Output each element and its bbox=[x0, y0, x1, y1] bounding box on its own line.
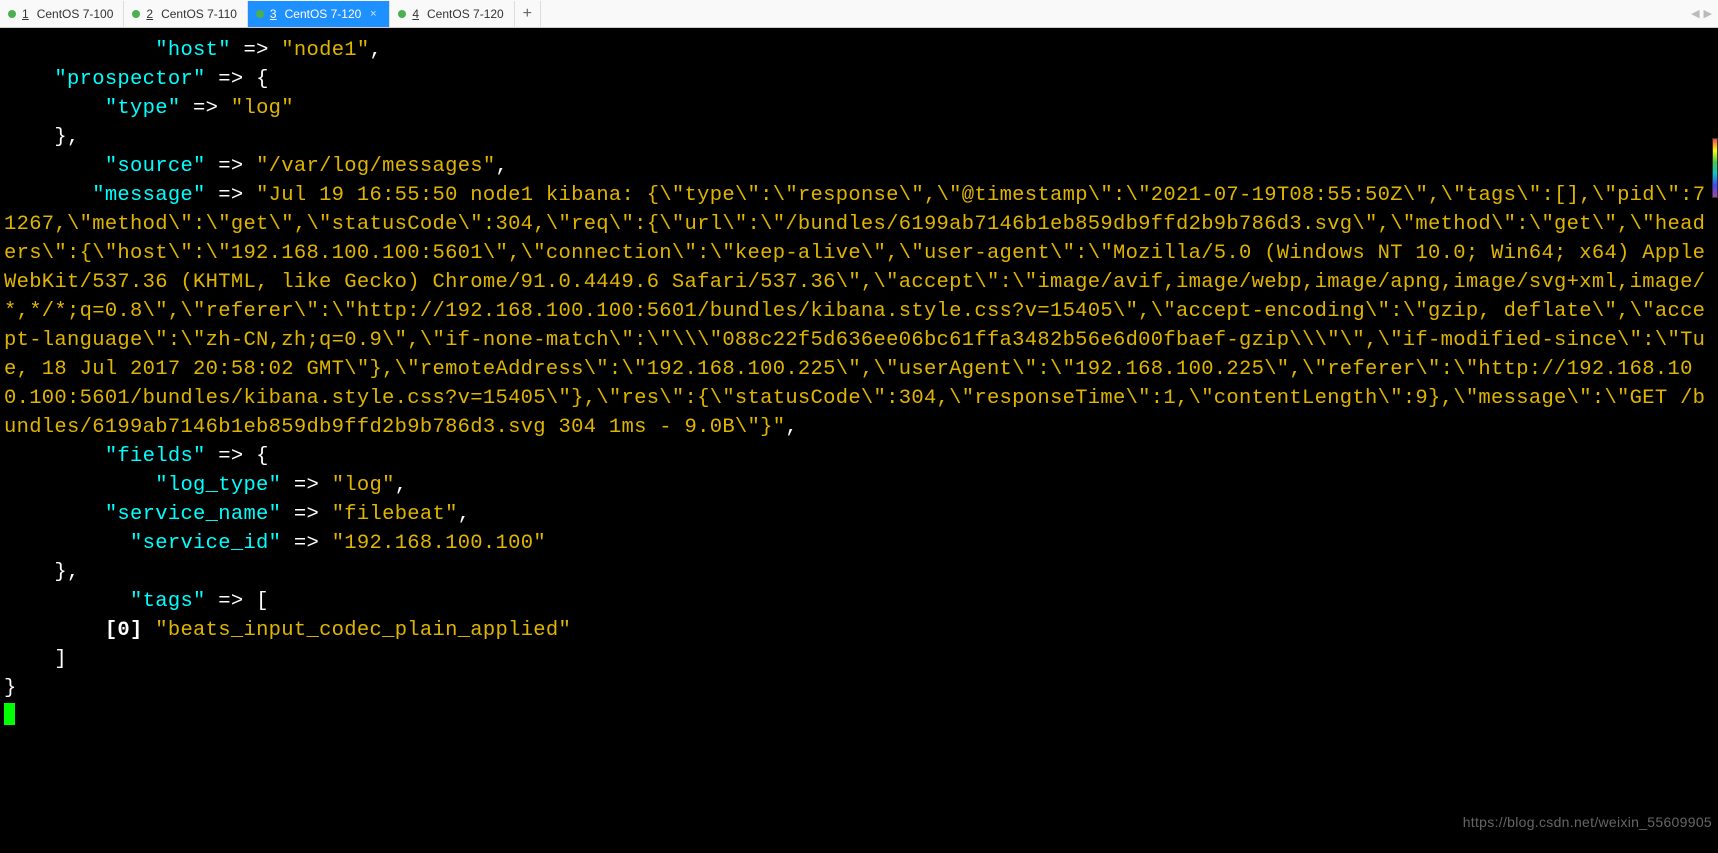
nav-left-icon[interactable]: ◀ bbox=[1691, 7, 1699, 20]
tab-3[interactable]: 3 CentOS 7-120 × bbox=[248, 1, 390, 27]
status-dot-icon bbox=[8, 10, 16, 18]
val-tag0: "beats_input_codec_plain_applied" bbox=[155, 619, 571, 642]
color-indicator-icon bbox=[1712, 138, 1718, 198]
tab-number: 3 bbox=[270, 7, 277, 21]
key-message: "message" bbox=[92, 184, 205, 207]
key-prospector: "prospector" bbox=[54, 68, 205, 91]
status-dot-icon bbox=[132, 10, 140, 18]
tab-label: CentOS 7-120 bbox=[285, 7, 362, 21]
tab-bar: 1 CentOS 7-100 2 CentOS 7-110 3 CentOS 7… bbox=[0, 0, 1718, 28]
array-index: [0] bbox=[105, 619, 155, 642]
close-icon[interactable]: × bbox=[367, 8, 379, 20]
cursor-icon bbox=[4, 703, 15, 725]
tab-number: 2 bbox=[146, 7, 153, 21]
val-service-name: "filebeat" bbox=[332, 503, 458, 526]
val-message: "Jul 19 16:55:50 node1 kibana: {\"type\"… bbox=[4, 184, 1705, 439]
add-tab-button[interactable]: + bbox=[515, 1, 541, 27]
key-host: "host" bbox=[155, 39, 231, 62]
key-service-id: "service_id" bbox=[130, 532, 281, 555]
val-host: "node1" bbox=[281, 39, 369, 62]
val-log-type: "log" bbox=[332, 474, 395, 497]
key-service-name: "service_name" bbox=[105, 503, 281, 526]
tab-4[interactable]: 4 CentOS 7-120 bbox=[390, 1, 514, 27]
key-fields: "fields" bbox=[105, 445, 206, 468]
key-type: "type" bbox=[105, 97, 181, 120]
tab-label: CentOS 7-100 bbox=[37, 7, 114, 21]
key-log-type: "log_type" bbox=[155, 474, 281, 497]
tab-number: 4 bbox=[412, 7, 419, 21]
val-type: "log" bbox=[231, 97, 294, 120]
tab-1[interactable]: 1 CentOS 7-100 bbox=[0, 1, 124, 27]
status-dot-icon bbox=[398, 10, 406, 18]
tab-label: CentOS 7-110 bbox=[161, 7, 237, 21]
val-service-id: "192.168.100.100" bbox=[332, 532, 546, 555]
nav-arrows: ◀ ▶ bbox=[1691, 7, 1712, 20]
tab-2[interactable]: 2 CentOS 7-110 bbox=[124, 1, 248, 27]
tab-number: 1 bbox=[22, 7, 29, 21]
key-source: "source" bbox=[105, 155, 206, 178]
tab-label: CentOS 7-120 bbox=[427, 7, 504, 21]
nav-right-icon[interactable]: ▶ bbox=[1704, 7, 1712, 20]
val-source: "/var/log/messages" bbox=[256, 155, 495, 178]
watermark: https://blog.csdn.net/weixin_55609905 bbox=[1463, 808, 1712, 837]
key-tags: "tags" bbox=[130, 590, 206, 613]
status-dot-icon bbox=[256, 10, 264, 18]
terminal-output[interactable]: "host" => "node1", "prospector" => { "ty… bbox=[0, 28, 1718, 853]
